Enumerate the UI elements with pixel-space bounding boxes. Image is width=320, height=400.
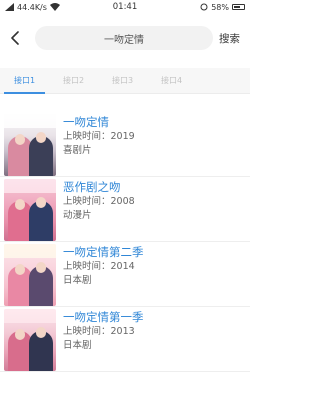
back-button[interactable] [0,18,30,58]
poster-face [36,327,46,338]
wifi-icon [49,3,60,11]
search-input[interactable]: 一吻定情 [35,26,213,50]
item-info: 一吻定情第一季 上映时间：2013 日本剧 [63,307,144,371]
poster-image [4,114,56,176]
list-item[interactable]: 一吻定情第二季 上映时间：2014 日本剧 [0,242,250,307]
result-list: 一吻定情 上映时间：2019 喜剧片 恶作剧之吻 上映时间：2008 动漫片 一 [0,112,250,372]
header: 一吻定情 搜索 [0,18,250,58]
item-title: 一吻定情第一季 [63,310,144,324]
poster-band [4,114,56,128]
poster-image [4,309,56,371]
poster-face [15,199,25,210]
status-bar: 44.4K/s 01:41 58% [0,0,250,14]
poster-face [36,197,46,208]
status-left: 44.4K/s [5,3,60,12]
list-item[interactable]: 一吻定情 上映时间：2019 喜剧片 [0,112,250,177]
tab-source-4[interactable]: 接口4 [147,68,196,93]
item-genre: 日本剧 [63,275,92,286]
tab-source-3[interactable]: 接口3 [98,68,147,93]
item-info: 一吻定情 上映时间：2019 喜剧片 [63,112,135,176]
item-date: 上映时间：2019 [63,131,135,142]
item-title: 一吻定情 [63,115,109,129]
poster-band [4,179,56,193]
battery-percent: 58% [211,2,229,12]
poster-face [36,262,46,273]
poster-face [36,132,46,143]
list-item[interactable]: 一吻定情第一季 上映时间：2013 日本剧 [0,307,250,372]
tab-source-2[interactable]: 接口2 [49,68,98,93]
signal-icon [5,3,14,11]
poster-band [4,309,56,323]
alarm-icon [200,3,208,11]
list-item[interactable]: 恶作剧之吻 上映时间：2008 动漫片 [0,177,250,242]
poster-band [4,244,56,258]
item-title: 恶作剧之吻 [63,180,121,194]
poster-face [15,264,25,275]
item-genre: 动漫片 [63,210,92,221]
poster-face [15,134,25,145]
item-title: 一吻定情第二季 [63,245,144,259]
tab-source-1[interactable]: 接口1 [0,68,49,94]
item-date: 上映时间：2008 [63,196,135,207]
battery-icon [232,4,245,10]
poster-image [4,179,56,241]
item-date: 上映时间：2013 [63,326,135,337]
search-button[interactable]: 搜索 [219,31,240,46]
poster-image [4,244,56,306]
source-tabs: 接口1 接口2 接口3 接口4 [0,68,250,94]
network-speed: 44.4K/s [17,2,47,12]
item-genre: 喜剧片 [63,145,92,156]
search-input-value: 一吻定情 [104,34,144,46]
item-info: 一吻定情第二季 上映时间：2014 日本剧 [63,242,144,306]
chevron-left-icon [11,31,19,45]
status-right: 58% [200,3,245,12]
item-genre: 日本剧 [63,340,92,351]
item-date: 上映时间：2014 [63,261,135,272]
poster-face [15,329,25,340]
item-info: 恶作剧之吻 上映时间：2008 动漫片 [63,177,135,241]
